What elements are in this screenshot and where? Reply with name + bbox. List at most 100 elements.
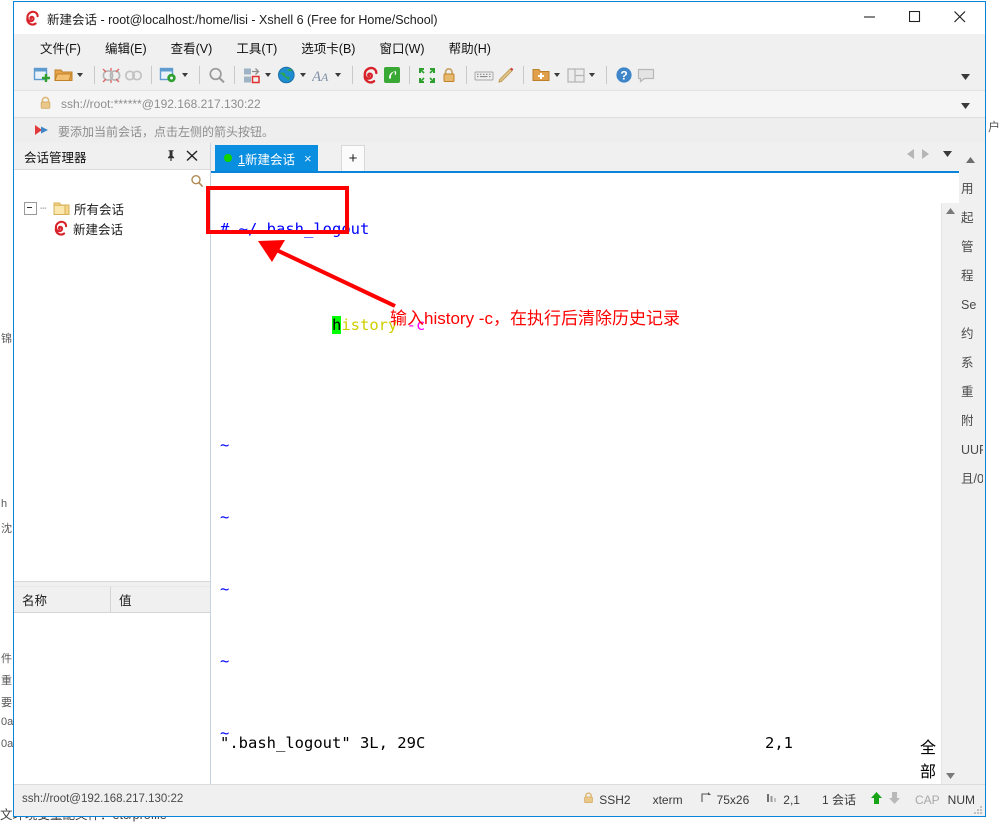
xshell-icon[interactable] — [359, 65, 380, 86]
down-arrow-icon — [888, 791, 901, 808]
menu-help[interactable]: 帮助(H) — [445, 35, 495, 60]
open-folder-chevron-down-icon[interactable] — [75, 65, 84, 85]
menu-window[interactable]: 窗口(W) — [375, 35, 428, 60]
status-caps-lock: CAP — [915, 793, 940, 807]
status-bar: ssh://root@192.168.217.130:22 SSH2 xterm — [14, 784, 985, 816]
xftp-icon[interactable] — [381, 65, 402, 86]
properties-column-value[interactable]: 值 — [111, 587, 210, 612]
tree-expander-icon[interactable] — [24, 201, 37, 215]
tab-close-icon[interactable]: × — [304, 151, 312, 166]
terminal-output[interactable]: # ~/.bash_logout history -c ~ ~ ~ ~ ~ ~ … — [211, 173, 959, 785]
terminal-line: history -c — [220, 289, 941, 334]
vim-status-line: ".bash_logout" 3L, 29C 2,1 全部 — [220, 734, 941, 781]
address-bar[interactable]: ssh://root:******@192.168.217.130:22 — [14, 90, 985, 118]
menu-view[interactable]: 查看(V) — [167, 35, 217, 60]
status-session-count[interactable]: 1 会话 — [817, 791, 856, 808]
status-terminal-type[interactable]: xterm — [648, 793, 683, 807]
terminal-command: istory — [341, 316, 398, 334]
toolbar-separator — [606, 66, 607, 84]
layout-icon[interactable] — [565, 65, 586, 86]
tab-strip: 1新建会话 × + — [211, 143, 959, 173]
lock-icon — [39, 96, 52, 113]
terminal-line: ~ — [220, 577, 941, 601]
open-folder-icon[interactable] — [53, 65, 74, 86]
session-manager-header: 会话管理器 — [14, 143, 210, 169]
menu-edit[interactable]: 编辑(E) — [101, 35, 151, 60]
session-search-input[interactable] — [14, 169, 210, 193]
bg-snippet-2: h — [1, 498, 8, 510]
status-num-lock-text: NUM — [947, 792, 975, 807]
tab-number: 1 — [238, 152, 245, 167]
terminal-line: # ~/.bash_logout — [220, 217, 941, 241]
tab-next-icon[interactable] — [922, 149, 929, 159]
transfer-icon[interactable] — [241, 65, 262, 86]
tab-list-chevron-down-icon[interactable] — [943, 147, 953, 161]
new-folder-chevron-down-icon[interactable] — [552, 65, 561, 85]
bg-snippet-8: 0a — [1, 738, 14, 750]
status-transfer-up — [870, 791, 883, 808]
search-icon[interactable] — [190, 174, 204, 191]
status-protocol[interactable]: SSH2 — [583, 792, 631, 807]
status-transfer-down — [888, 791, 901, 808]
tab-title: 新建会话 — [244, 152, 295, 167]
session-manager-close-icon[interactable] — [186, 149, 198, 165]
layout-chevron-down-icon[interactable] — [587, 65, 596, 85]
xshell-window: 新建会话 - root@localhost:/home/lisi - Xshel… — [13, 1, 986, 817]
menu-file[interactable]: 文件(F) — [36, 35, 85, 60]
new-tab-button[interactable]: + — [341, 145, 365, 171]
globe-icon[interactable] — [276, 65, 297, 86]
toolbar-overflow-chevron-down-icon[interactable] — [961, 70, 971, 84]
font-chevron-down-icon[interactable] — [333, 65, 342, 85]
status-cursor-position[interactable]: 2,1 — [766, 792, 800, 807]
session-properties-icon[interactable] — [158, 65, 179, 86]
toolbar-separator — [352, 66, 353, 84]
vim-file-info: ".bash_logout" 3L, 29C — [220, 734, 426, 752]
tab-prev-icon[interactable] — [907, 149, 914, 159]
window-title: 新建会话 - root@localhost:/home/lisi - Xshel… — [47, 13, 438, 27]
up-arrow-icon — [870, 791, 883, 808]
properties-column-name[interactable]: 名称 — [14, 587, 111, 612]
address-bar-chevron-down-icon[interactable] — [961, 99, 971, 113]
toolbar-separator — [199, 66, 200, 84]
lock-icon[interactable] — [438, 65, 459, 86]
help-icon[interactable]: ? — [613, 65, 634, 86]
toolbar-separator — [409, 66, 410, 84]
globe-chevron-down-icon[interactable] — [298, 65, 307, 85]
terminal-line: ~ — [220, 649, 941, 673]
chevron-up-icon[interactable] — [965, 153, 976, 167]
status-terminal-size[interactable]: 75x26 — [700, 792, 749, 807]
new-session-icon[interactable] — [31, 65, 52, 86]
toolbar-separator — [466, 66, 467, 84]
scrollbar-up-icon[interactable] — [942, 203, 959, 220]
menu-tools[interactable]: 工具(T) — [232, 35, 281, 60]
svg-text:A: A — [320, 70, 329, 84]
compose-icon[interactable] — [495, 65, 516, 86]
tab-new-session[interactable]: 1新建会话 × — [215, 145, 318, 171]
fullscreen-icon[interactable] — [416, 65, 437, 86]
close-button[interactable] — [937, 2, 982, 32]
feedback-icon[interactable] — [635, 65, 656, 86]
menu-tabs[interactable]: 选项卡(B) — [297, 35, 359, 60]
pin-icon[interactable] — [165, 149, 177, 165]
minimize-button[interactable] — [847, 2, 892, 32]
toolbar-separator — [523, 66, 524, 84]
scrollbar-down-icon[interactable] — [942, 768, 959, 785]
terminal-tilde: ~ — [220, 652, 230, 670]
tree-node-all-sessions[interactable]: ┄ 所有会话 — [14, 198, 210, 218]
keyboard-icon[interactable] — [473, 65, 494, 86]
search-icon[interactable] — [206, 65, 227, 86]
maximize-button[interactable] — [892, 2, 937, 32]
svg-text:?: ? — [620, 69, 627, 83]
terminal-scrollbar[interactable] — [941, 203, 959, 785]
new-folder-icon[interactable] — [530, 65, 551, 86]
terminal-text: # ~/.bash_logout history -c ~ ~ ~ ~ ~ ~ … — [220, 173, 941, 785]
status-caps-lock-text: CAP — [914, 792, 940, 807]
font-icon[interactable]: A A — [311, 65, 332, 86]
session-properties-chevron-down-icon[interactable] — [180, 65, 189, 85]
vim-scroll-state: 全部 — [920, 740, 937, 781]
tree-node-new-session[interactable]: 新建会话 — [14, 218, 210, 238]
transfer-chevron-down-icon[interactable] — [263, 65, 272, 85]
title-bar: 新建会话 - root@localhost:/home/lisi - Xshel… — [14, 2, 985, 34]
terminal-line: ~ — [220, 505, 941, 529]
resize-grip-icon[interactable] — [973, 804, 983, 814]
